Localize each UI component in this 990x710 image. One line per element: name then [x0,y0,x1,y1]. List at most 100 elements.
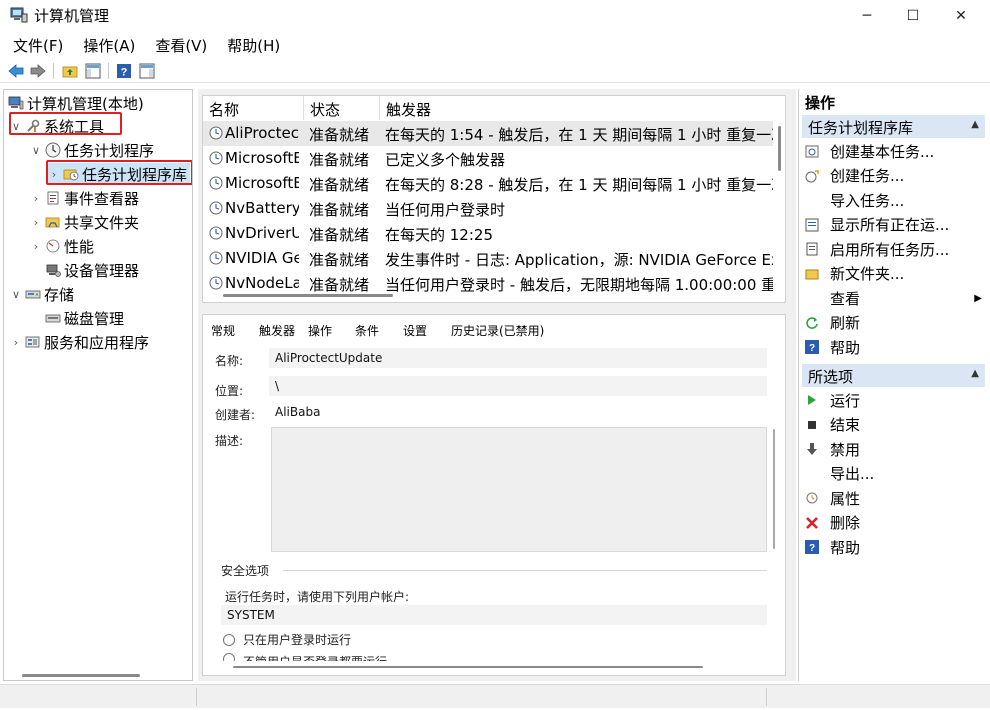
action-disable[interactable]: 禁用 [804,437,984,461]
action-label: 显示所有正在运... [830,216,950,234]
chevron-down-icon[interactable]: ∨ [10,288,22,301]
forward-arrow-icon [30,64,46,78]
tree-item-performance[interactable]: › 性能 [30,235,94,257]
show-hide-tree-button[interactable] [84,62,102,80]
action-end[interactable]: 结束 [804,413,984,437]
task-list-horizontal-scrollbar[interactable] [223,294,393,297]
security-options-title: 安全选项 [221,564,270,578]
menu-file[interactable]: 文件(F) [0,33,70,57]
action-new-folder[interactable]: 新文件夹... [804,262,984,286]
up-level-button[interactable] [61,62,79,80]
tree-item-task-scheduler[interactable]: ∨ 任务计划程序 [30,139,154,161]
menu-view[interactable]: 查看(V) [142,33,214,57]
chevron-down-icon[interactable]: ∨ [30,144,42,157]
action-delete[interactable]: 删除 [804,511,984,535]
task-clock-icon [209,126,223,140]
author-field: AliBaba [269,402,767,422]
action-create-basic-task[interactable]: 创建基本任务... [804,139,984,163]
shared-folder-icon [45,214,61,230]
table-row[interactable]: AliProctectUpdate 准备就绪在每天的 1:54 - 触发后，在 1… [203,121,773,146]
tree-horizontal-scrollbar[interactable] [22,674,140,677]
tab-history[interactable]: 历史记录(已禁用) [447,321,548,340]
column-header-name[interactable]: 名称 [203,96,304,120]
section-selected-item[interactable]: 所选项 ▲ [802,364,985,387]
action-run[interactable]: 运行 [804,388,984,412]
tree-item-event-viewer[interactable]: › 事件查看器 [30,187,139,209]
action-help[interactable]: ? 帮助 [804,335,984,359]
action-enable-task-history[interactable]: 启用所有任务历... [804,237,984,261]
details-horizontal-scrollbar[interactable] [233,666,703,668]
section-task-scheduler-library[interactable]: 任务计划程序库 ▲ [802,115,985,138]
task-list-vertical-scrollbar[interactable] [778,126,781,171]
action-help[interactable]: ? 帮助 [804,535,984,559]
column-header-status[interactable]: 状态 [304,96,380,120]
radio-unchecked-icon[interactable] [223,633,235,646]
action-view[interactable]: 查看 ▶ [804,286,984,310]
table-row[interactable]: NvDriverUpdateCheckDaily 准备就绪在每天的 12:25 [203,221,773,246]
disk-management-icon [45,310,61,326]
computer-icon [8,95,24,111]
tab-general[interactable]: 常规 [207,321,240,340]
running-tasks-icon [804,217,820,233]
task-trigger-cell: 当任何用户登录时 - 触发后，无限期地每隔 1.00:00:00 重复一次。 [385,276,773,294]
table-row[interactable]: MicrosoftEdgeUpdateTaskMachineUA 准备就绪在每天的… [203,171,773,196]
tree-item-shared-folders[interactable]: › 共享文件夹 [30,211,139,233]
forward-button[interactable] [29,62,47,80]
name-field[interactable]: AliProctectUpdate [269,348,767,368]
task-status-cell: 准备就绪 [309,276,370,294]
tree-item-services-apps[interactable]: › 服务和应用程序 [10,331,149,353]
action-properties[interactable]: 属性 [804,486,984,510]
show-action-pane-button[interactable] [138,62,156,80]
actions-pane: 操作 任务计划程序库 ▲ 创建基本任务... 创建任务... 导入任务... 显示所有… [798,89,988,681]
action-export[interactable]: 导出... [804,462,984,486]
tree-item-disk-management[interactable]: 磁盘管理 [45,307,124,329]
tab-actions[interactable]: 操作 [304,321,336,340]
column-header-triggers[interactable]: 触发器 [380,96,780,120]
tree-label: 计算机管理(本地) [27,94,144,113]
task-trigger-cell: 在每天的 12:25 [385,226,493,244]
task-name-cell: AliProctectUpdate [225,124,299,142]
minimize-button[interactable]: ─ [844,0,890,32]
chevron-right-icon[interactable]: › [10,336,22,349]
tab-settings[interactable]: 设置 [399,321,431,340]
menu-action[interactable]: 操作(A) [70,33,142,57]
chevron-right-icon[interactable]: › [30,216,42,229]
task-name-cell: NvNodeLauncher [225,274,299,292]
table-row[interactable]: NvBatteryBoostCheckOnLogon 准备就绪当任何用户登录时 [203,196,773,221]
table-row[interactable]: MicrosoftEdgeUpdateTaskMachineCore 准备就绪已定… [203,146,773,171]
blank-icon [804,290,820,306]
radio-run-whether-logged-on[interactable]: 不管用户是否登录都要运行 [223,653,387,661]
description-field[interactable] [271,427,767,552]
tree-item-storage[interactable]: ∨ 存储 [10,283,74,305]
action-label: 查看 [830,289,861,308]
radio-unchecked-icon[interactable] [223,653,235,661]
action-create-task[interactable]: 创建任务... [804,164,984,188]
highlight-box-task-scheduler-library [46,160,192,185]
collapse-up-icon[interactable]: ▲ [971,368,979,379]
tree-item-root[interactable]: 计算机管理(本地) [8,92,144,114]
table-row[interactable]: NVIDIA GeForce Experience SelfUpdate 准备就绪… [203,246,773,271]
table-row[interactable]: NvNodeLauncher 准备就绪当任何用户登录时 - 触发后，无限期地每隔 … [203,271,773,296]
help-button[interactable]: ? [115,62,133,80]
tab-conditions[interactable]: 条件 [351,321,383,340]
action-import-task[interactable]: 导入任务... [804,188,984,212]
back-button[interactable] [7,62,25,80]
action-label: 导出... [830,465,875,483]
menu-help[interactable]: 帮助(H) [214,33,287,57]
close-button[interactable]: ✕ [938,0,984,32]
chevron-right-icon[interactable]: › [30,240,42,253]
section-title: 所选项 [808,368,854,386]
action-refresh[interactable]: 刷新 [804,311,984,335]
maximize-button[interactable]: ☐ [890,0,936,32]
collapse-up-icon[interactable]: ▲ [971,119,979,130]
task-name-cell: NVIDIA GeForce Experience SelfUpdate [225,249,299,267]
action-label: 属性 [830,489,861,508]
tab-triggers[interactable]: 触发器 [255,321,299,340]
radio-run-only-logged-on[interactable]: 只在用户登录时运行 [223,631,351,648]
tree-item-device-manager[interactable]: 设备管理器 [45,259,139,281]
details-vertical-scrollbar[interactable] [773,429,775,549]
task-trigger-cell: 发生事件时 - 日志: Application，源: NVIDIA GeForc… [385,251,773,269]
action-display-running-tasks[interactable]: 显示所有正在运... [804,213,984,237]
chevron-right-icon[interactable]: › [30,192,42,205]
stop-icon [804,417,820,433]
